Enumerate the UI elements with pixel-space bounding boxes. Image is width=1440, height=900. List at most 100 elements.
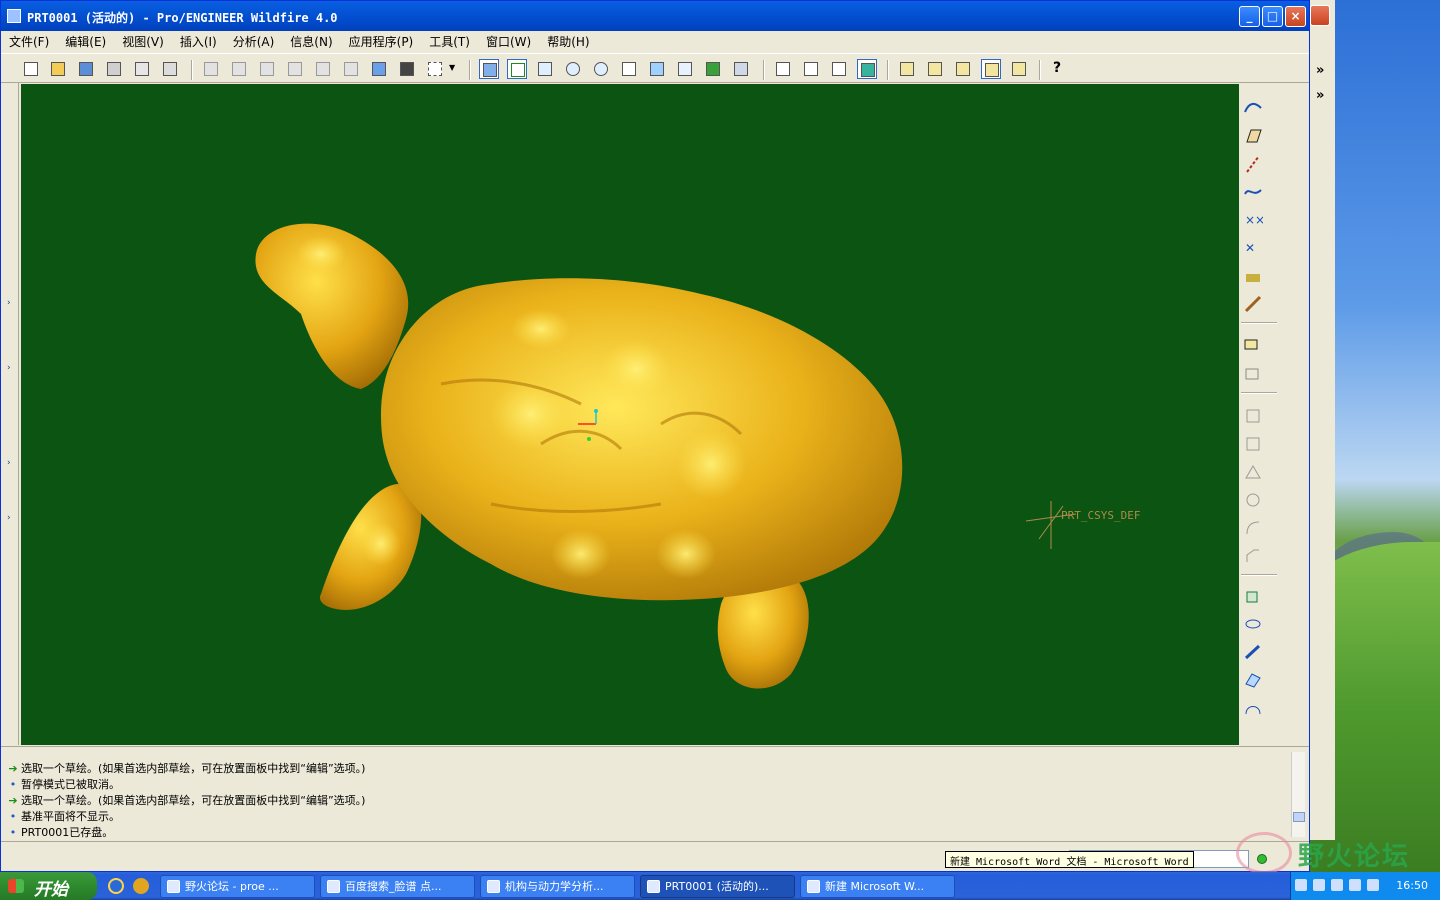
paste-special-icon[interactable]: [341, 59, 361, 79]
datum-axis-tool-icon[interactable]: [1243, 154, 1263, 174]
send-icon[interactable]: [132, 59, 152, 79]
copy-icon[interactable]: [285, 59, 305, 79]
chamfer-icon[interactable]: [1243, 546, 1263, 566]
shrinkwrap-icon[interactable]: [1243, 364, 1263, 384]
turtle-model[interactable]: PRT_CSYS_DEF: [21, 84, 1239, 745]
ie-quicklaunch-icon[interactable]: [108, 878, 124, 894]
start-button[interactable]: 开始: [0, 872, 97, 900]
menu-info[interactable]: 信息(N): [290, 33, 332, 50]
app-quicklaunch-icon[interactable]: [133, 878, 149, 894]
leg-highlight: [361, 522, 401, 566]
layers-icon[interactable]: [703, 59, 723, 79]
expand-arrow-icon[interactable]: ›: [7, 298, 11, 308]
zoom-out-icon[interactable]: [591, 59, 611, 79]
regenerate-icon[interactable]: [369, 59, 389, 79]
csys-icon[interactable]: [981, 59, 1001, 79]
wireframe-icon[interactable]: [773, 59, 793, 79]
expand-arrow-icon[interactable]: ›: [7, 363, 11, 373]
expand-arrow-icon[interactable]: ›: [7, 513, 11, 523]
erase-icon[interactable]: [160, 59, 180, 79]
scrollbar-thumb[interactable]: [1293, 812, 1305, 822]
menu-window[interactable]: 窗口(W): [486, 33, 531, 50]
paste-icon[interactable]: [313, 59, 333, 79]
menu-file[interactable]: 文件(F): [9, 33, 49, 50]
menu-insert[interactable]: 插入(I): [180, 33, 217, 50]
close-button[interactable]: ×: [1285, 6, 1306, 27]
taskbar-item[interactable]: 机构与动力学分析...: [480, 875, 635, 898]
redo-icon[interactable]: [229, 59, 249, 79]
find-icon[interactable]: [397, 59, 417, 79]
help-icon[interactable]: [1313, 879, 1325, 891]
chevron-more-icon-2[interactable]: »: [1316, 88, 1324, 103]
undo-icon[interactable]: [201, 59, 221, 79]
menu-applications[interactable]: 应用程序(P): [349, 33, 414, 50]
taskbar-item[interactable]: 新建 Microsoft W...: [800, 875, 955, 898]
extrude-icon[interactable]: [1243, 586, 1263, 606]
copy-geometry-icon[interactable]: [1243, 336, 1263, 356]
no-hidden-icon[interactable]: [829, 59, 849, 79]
shell-icon[interactable]: [1243, 434, 1263, 454]
datum-curve-tool-icon[interactable]: [1243, 182, 1263, 202]
draft-icon[interactable]: [1243, 490, 1263, 510]
menu-analysis[interactable]: 分析(A): [233, 33, 275, 50]
taskbar-item[interactable]: 野火论坛 - proe ...: [160, 875, 315, 898]
menu-edit[interactable]: 编辑(E): [65, 33, 106, 50]
security-icon[interactable]: [1367, 879, 1379, 891]
analysis-tool-icon[interactable]: [1243, 266, 1263, 286]
boundary-icon[interactable]: [1243, 698, 1263, 718]
minimize-button[interactable]: _: [1239, 6, 1260, 27]
csys-label: PRT_CSYS_DEF: [1061, 509, 1140, 522]
sweep-icon[interactable]: [1243, 642, 1263, 662]
prompt-arrow-icon: ➔: [8, 761, 18, 775]
datum-point-tool-icon[interactable]: ××: [1243, 210, 1265, 230]
spin-center-icon[interactable]: [507, 59, 527, 79]
open-icon[interactable]: [48, 59, 68, 79]
save-icon[interactable]: [76, 59, 96, 79]
background-window-close-button[interactable]: [1310, 5, 1330, 26]
datum-plane-tool-icon[interactable]: [1243, 126, 1263, 146]
shell-highlight: [551, 529, 611, 579]
new-icon[interactable]: [21, 59, 41, 79]
toolbar-separator: [763, 60, 765, 80]
message-scrollbar[interactable]: [1291, 752, 1305, 837]
expand-arrow-icon[interactable]: ›: [7, 458, 11, 468]
message-line: • 基准平面将不显示。: [7, 808, 120, 824]
select-box-icon[interactable]: [425, 59, 445, 79]
blend-icon[interactable]: [1243, 670, 1263, 690]
datum-planes-icon[interactable]: [897, 59, 917, 79]
network-icon[interactable]: [1331, 879, 1343, 891]
reorient-icon[interactable]: [647, 59, 667, 79]
orient-mode-icon[interactable]: [535, 59, 555, 79]
maximize-button[interactable]: □: [1262, 6, 1283, 27]
hidden-line-icon[interactable]: [801, 59, 821, 79]
repaint-icon[interactable]: [479, 59, 499, 79]
volume-icon[interactable]: [1349, 879, 1361, 891]
round-icon[interactable]: [1243, 518, 1263, 538]
dropdown-arrow-icon[interactable]: ▼: [449, 59, 459, 79]
taskbar-item[interactable]: 百度搜索_脸谱 点...: [320, 875, 475, 898]
csys-tool-icon[interactable]: ✕: [1243, 238, 1263, 258]
annotations-icon[interactable]: [1009, 59, 1029, 79]
refit-icon[interactable]: [619, 59, 639, 79]
chevron-more-icon[interactable]: »: [1316, 63, 1324, 78]
shading-icon[interactable]: [857, 59, 877, 79]
revolve-icon[interactable]: [1243, 614, 1263, 634]
menu-view[interactable]: 视图(V): [122, 33, 164, 50]
hole-icon[interactable]: [1243, 406, 1263, 426]
saved-views-icon[interactable]: [675, 59, 695, 79]
view-manager-icon[interactable]: [731, 59, 751, 79]
context-help-icon[interactable]: ?: [1049, 59, 1069, 79]
sketch-tool-icon[interactable]: [1243, 98, 1263, 118]
zoom-in-icon[interactable]: [563, 59, 583, 79]
datum-points-icon[interactable]: [953, 59, 973, 79]
datum-axes-icon[interactable]: [925, 59, 945, 79]
chain-tool-icon[interactable]: [1243, 294, 1263, 314]
taskbar-item-active[interactable]: PRT0001 (活动的)...: [640, 875, 795, 898]
rib-icon[interactable]: [1243, 462, 1263, 482]
print-icon[interactable]: [104, 59, 124, 79]
graphics-window[interactable]: PRT_CSYS_DEF: [21, 84, 1239, 745]
menu-tools[interactable]: 工具(T): [429, 33, 470, 50]
menu-help[interactable]: 帮助(H): [547, 33, 589, 50]
keyboard-icon[interactable]: [1295, 879, 1307, 891]
cut-icon[interactable]: [257, 59, 277, 79]
